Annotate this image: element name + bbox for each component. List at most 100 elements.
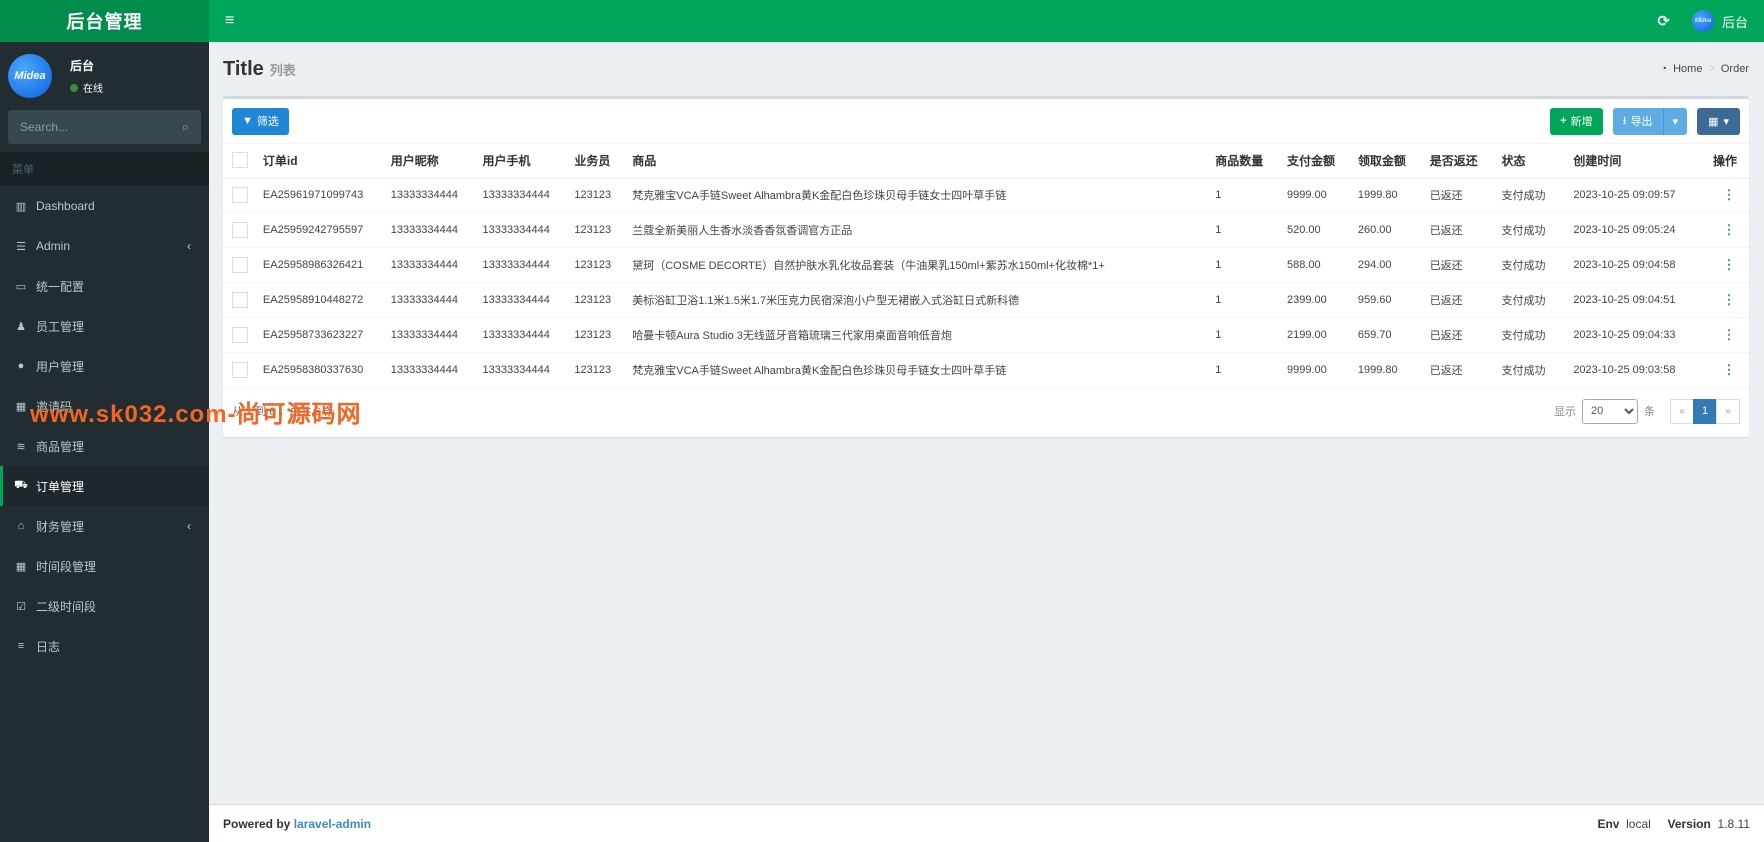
- row-actions-icon[interactable]: ⋮: [1709, 352, 1749, 388]
- export-dropdown-button[interactable]: ▾: [1662, 107, 1688, 135]
- row-actions-icon[interactable]: ⋮: [1709, 282, 1749, 318]
- row-checkbox[interactable]: [232, 292, 248, 308]
- sidebar-item-7[interactable]: ⛟ 订单管理: [0, 466, 209, 506]
- sidebar-item-label: 财务管理: [36, 519, 85, 534]
- table-row[interactable]: EA25961971099743 13333334444 13333334444 12…: [223, 177, 1749, 213]
- table-row[interactable]: EA25958380337630 13333334444 13333334444 12…: [223, 352, 1749, 388]
- tasks-icon: ☰: [16, 240, 26, 253]
- refresh-icon[interactable]: ⟳: [1657, 12, 1670, 30]
- table-cell: 123123: [570, 247, 629, 283]
- table-cell: 已返还: [1425, 177, 1498, 213]
- table-cell: 2023-10-25 09:03:58: [1569, 352, 1709, 388]
- table-cell: 梵克雅宝VCA手链Sweet Alhambra黄K金配白色珍珠贝母手链女士四叶草…: [628, 352, 1212, 388]
- sidebar-item-9[interactable]: ▦ 时间段管理: [0, 546, 209, 586]
- page-1-button[interactable]: 1: [1693, 398, 1717, 424]
- app-logo[interactable]: 后台管理: [0, 0, 209, 42]
- table-cell: 659.70: [1353, 317, 1426, 353]
- prev-page-button[interactable]: «: [1670, 398, 1694, 424]
- columns-button[interactable]: ▦ ▾: [1697, 107, 1740, 135]
- laravel-admin-link[interactable]: laravel-admin: [294, 817, 371, 831]
- table-row[interactable]: EA25958910448272 13333334444 13333334444 12…: [223, 282, 1749, 318]
- table-cell: 美标浴缸卫浴1.1米1.5米1.7米压克力民宿深泡小户型无裙嵌入式浴缸日式新科德: [628, 282, 1212, 318]
- breadcrumb-home[interactable]: Home: [1673, 63, 1702, 75]
- table-cell: 13333334444: [386, 247, 479, 283]
- sidebar-item-3[interactable]: ♟ 员工管理: [0, 306, 209, 346]
- row-actions-icon[interactable]: ⋮: [1709, 177, 1749, 213]
- user-menu[interactable]: Midea 后台: [1691, 10, 1748, 32]
- next-page-button[interactable]: »: [1716, 398, 1740, 424]
- database-icon: ≋: [16, 440, 26, 453]
- new-label: 新增: [1570, 116, 1593, 128]
- table-cell: 支付成功: [1497, 352, 1570, 388]
- export-button[interactable]: ⭳ 导出: [1612, 107, 1663, 135]
- order-list-box: ▼ 筛选 + 新增 ⭳ 导出 ▾ ▦ ▾ 订单id 用户昵称 用户手机 业务员 商品 商品数量 支付…: [223, 96, 1749, 437]
- table-cell: 1999.80: [1353, 352, 1426, 388]
- row-checkbox[interactable]: [232, 327, 248, 343]
- column-header[interactable]: 创建时间: [1569, 143, 1709, 179]
- sidebar-item-2[interactable]: ▭ 统一配置: [0, 266, 209, 306]
- select-all-checkbox[interactable]: [232, 152, 248, 169]
- sidebar-item-1[interactable]: ☰ Admin ‹: [0, 226, 209, 266]
- row-actions-icon[interactable]: ⋮: [1709, 212, 1749, 248]
- column-header[interactable]: 状态: [1497, 143, 1570, 179]
- sidebar-item-5[interactable]: ▦ 邀请码: [0, 386, 209, 426]
- row-checkbox[interactable]: [232, 257, 248, 273]
- version-label: Version: [1667, 816, 1711, 831]
- column-header[interactable]: 支付金额: [1283, 143, 1354, 179]
- user-avatar-small: Midea: [1691, 10, 1714, 32]
- filter-icon: ▼: [242, 115, 253, 127]
- caret-down-icon: ▾: [1672, 115, 1679, 128]
- column-header[interactable]: 用户昵称: [386, 143, 479, 179]
- sidebar-item-10[interactable]: ☑ 二级时间段: [0, 586, 209, 626]
- search-input[interactable]: [20, 120, 160, 134]
- chevron-left-icon: ‹: [187, 239, 191, 253]
- column-header[interactable]: 订单id: [258, 143, 387, 179]
- table-row[interactable]: EA25958986326421 13333334444 13333334444 12…: [223, 247, 1749, 283]
- column-header[interactable]: 业务员: [570, 143, 629, 179]
- table-cell: 哈曼卡顿Aura Studio 3无线蓝牙音箱琉璃三代家用桌面音响低音炮: [628, 317, 1212, 353]
- column-header[interactable]: 商品数量: [1211, 143, 1284, 179]
- user-name-top: 后台: [1721, 14, 1748, 30]
- env-value: local: [1626, 816, 1651, 831]
- column-header[interactable]: 用户手机: [478, 143, 571, 179]
- new-button[interactable]: + 新增: [1550, 107, 1603, 135]
- sidebar-item-8[interactable]: ⌂ 财务管理 ‹: [0, 506, 209, 546]
- row-actions-icon[interactable]: ⋮: [1709, 247, 1749, 283]
- navbar-right: ⟳ Midea 后台: [1657, 10, 1748, 32]
- table-cell: 13333334444: [386, 177, 479, 213]
- table-cell: 梵克雅宝VCA手链Sweet Alhambra黄K金配白色珍珠贝母手链女士四叶草…: [628, 177, 1212, 213]
- page-footer: Powered by laravel-admin Env local Versi…: [209, 804, 1764, 842]
- search-icon[interactable]: ⌕: [182, 119, 189, 135]
- sidebar-item-0[interactable]: ▥ Dashboard: [0, 186, 209, 226]
- user-icon: ●: [17, 360, 25, 372]
- row-checkbox[interactable]: [232, 362, 248, 378]
- column-header[interactable]: 操作: [1709, 143, 1749, 179]
- content-header: Title 列表 ◔ Home > Order: [209, 42, 1764, 96]
- table-row[interactable]: EA25959242795597 13333334444 13333334444 12…: [223, 212, 1749, 248]
- sidebar: Midea 后台 在线 ⌕ 菜单 ▥ Dashboard ☰ Admin ‹ ▭ 统一配置 ♟…: [0, 42, 209, 842]
- row-actions-icon[interactable]: ⋮: [1709, 317, 1749, 353]
- row-checkbox[interactable]: [232, 222, 248, 238]
- pagination: 显示 20 条 « 1 »: [1554, 398, 1740, 424]
- sidebar-item-6[interactable]: ≋ 商品管理: [0, 426, 209, 466]
- sidebar-item-11[interactable]: ≡ 日志: [0, 626, 209, 666]
- table-row[interactable]: EA25958733623227 13333334444 13333334444 12…: [223, 317, 1749, 353]
- table-cell: 2199.00: [1283, 317, 1354, 353]
- column-header[interactable]: 领取金额: [1353, 143, 1426, 179]
- filter-button[interactable]: ▼ 筛选: [232, 107, 289, 135]
- sidebar-item-label: 商品管理: [36, 439, 85, 454]
- download-icon: ⭳: [1622, 114, 1627, 127]
- cart-icon: ⛟: [14, 479, 28, 491]
- per-page-label: 显示: [1554, 406, 1576, 418]
- row-checkbox[interactable]: [232, 187, 248, 204]
- sidebar-item-4[interactable]: ● 用户管理: [0, 346, 209, 386]
- sidebar-toggle-icon[interactable]: ≡: [225, 12, 253, 30]
- row-select-cell: [223, 352, 259, 388]
- dashboard-icon: ◔: [1660, 63, 1668, 75]
- table-cell: 支付成功: [1497, 247, 1570, 283]
- sidebar-item-label: Admin: [36, 239, 71, 253]
- sidebar-item-label: 二级时间段: [36, 599, 97, 614]
- per-page-select[interactable]: 20: [1582, 398, 1638, 424]
- column-header[interactable]: 商品: [628, 143, 1212, 179]
- column-header[interactable]: 是否返还: [1425, 143, 1498, 179]
